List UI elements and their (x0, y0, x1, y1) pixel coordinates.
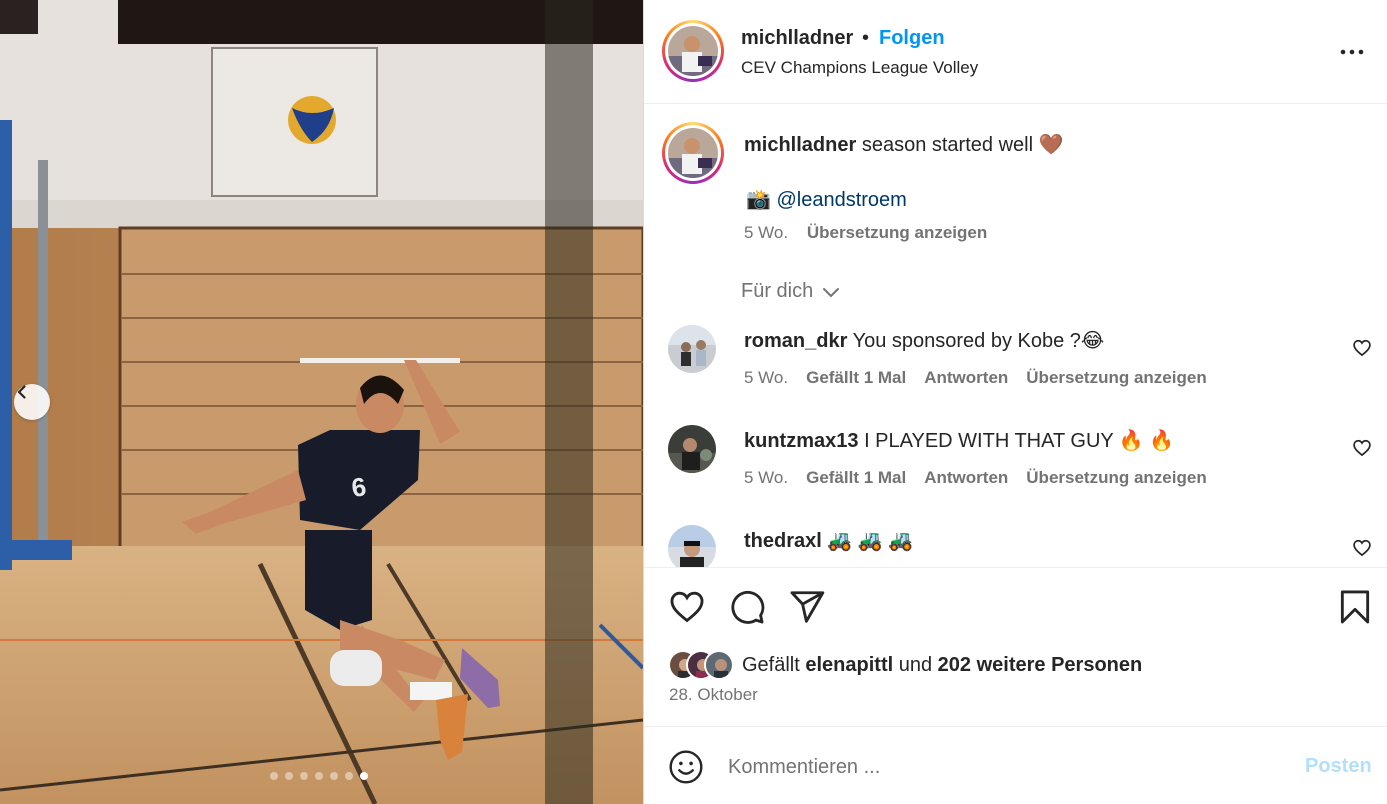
avatar-image (668, 128, 718, 178)
post-date[interactable]: 28. Oktober (669, 685, 758, 705)
caption-mention-line: 📸 @leandstroem (746, 187, 907, 212)
header-separator: • (862, 27, 870, 49)
send-icon (790, 591, 825, 623)
caption-time[interactable]: 5 Wo. (744, 223, 788, 242)
comment-item: thedraxl 🚜 🚜 🚜 (644, 518, 1387, 568)
author-avatar[interactable] (662, 20, 724, 82)
like-comment-button[interactable] (1352, 438, 1374, 460)
mention-link[interactable]: @leandstroem (776, 189, 906, 211)
carousel-dot-active (360, 772, 368, 780)
avatar-image (668, 525, 716, 568)
comment-likes[interactable]: Gefällt 1 Mal (806, 468, 906, 488)
comment-text: I PLAYED WITH THAT GUY 🔥 🔥 (864, 430, 1175, 452)
heart-icon (1353, 339, 1371, 357)
likes-summary: Gefällt elenapittl und 202 weitere Perso… (668, 650, 1142, 680)
liker-username[interactable]: elenapittl (805, 654, 893, 676)
comment-item: roman_dkr You sponsored by Kobe ?😂 5 Wo.… (644, 318, 1387, 418)
carousel-indicators (270, 772, 368, 780)
comment-composer: Posten (644, 726, 1387, 804)
comment-meta: 5 Wo. Gefällt 1 Mal Antworten Übersetzun… (744, 368, 1207, 388)
caption-author-avatar[interactable] (662, 122, 724, 184)
post-actions: Gefällt elenapittl und 202 weitere Perso… (644, 567, 1387, 727)
previous-slide-button[interactable] (14, 384, 50, 420)
carousel-dot (270, 772, 278, 780)
caption-meta: 5 Wo. Übersetzung anzeigen (744, 223, 1001, 243)
post-location[interactable]: CEV Champions League Volley (741, 58, 978, 78)
author-username[interactable]: michlladner (741, 27, 853, 50)
comment-username[interactable]: kuntzmax13 (744, 430, 859, 452)
caption-text: season started well 🤎 (861, 134, 1064, 156)
comment-username[interactable]: roman_dkr (744, 330, 847, 352)
chevron-down-icon (823, 287, 840, 297)
camera-emoji: 📸 (746, 189, 771, 211)
heart-icon (1353, 539, 1371, 557)
carousel-dot (315, 772, 323, 780)
avatar-image (668, 325, 716, 373)
comment-input[interactable] (728, 751, 1288, 783)
save-button[interactable] (1336, 588, 1374, 626)
bookmark-icon (1340, 590, 1370, 624)
emoji-picker-button[interactable] (668, 749, 704, 785)
chevron-left-icon (17, 385, 26, 399)
comment-icon (731, 590, 765, 624)
share-button[interactable] (788, 588, 826, 626)
avatar-image (706, 652, 732, 678)
like-button[interactable] (668, 588, 706, 626)
post-header: michlladner • Folgen CEV Champions Leagu… (644, 0, 1387, 104)
likes-prefix: Gefällt (742, 653, 800, 676)
likes-count-link[interactable]: 202 weitere Personen (938, 654, 1143, 676)
avatar-image (668, 425, 716, 473)
carousel-dot (330, 772, 338, 780)
translate-button[interactable]: Übersetzung anzeigen (1026, 468, 1206, 488)
comment-username[interactable]: thedraxl (744, 530, 822, 552)
comment-body: kuntzmax13 I PLAYED WITH THAT GUY 🔥 🔥 (744, 428, 1174, 453)
comment-item: kuntzmax13 I PLAYED WITH THAT GUY 🔥 🔥 5 … (644, 418, 1387, 518)
carousel-dot (345, 772, 353, 780)
comment-time[interactable]: 5 Wo. (744, 368, 788, 388)
caption: michlladner season started well 🤎 (744, 132, 1064, 157)
more-options-button[interactable] (1338, 38, 1366, 66)
heart-icon (670, 591, 704, 623)
volleyball-player-photo: 6 (0, 0, 643, 804)
like-comment-button[interactable] (1352, 338, 1374, 360)
comment-time[interactable]: 5 Wo. (744, 468, 788, 488)
comment-body: thedraxl 🚜 🚜 🚜 (744, 528, 913, 553)
liker-avatar[interactable] (704, 650, 734, 680)
comment-text: You sponsored by Kobe ?😂 (852, 330, 1105, 352)
comment-text: 🚜 🚜 🚜 (827, 530, 914, 552)
comment-meta: 5 Wo. Gefällt 1 Mal Antworten Übersetzun… (744, 468, 1207, 488)
like-comment-button[interactable] (1352, 538, 1374, 560)
translate-button[interactable]: Übersetzung anzeigen (1026, 368, 1206, 388)
commenter-avatar[interactable] (668, 425, 716, 473)
comment-likes[interactable]: Gefällt 1 Mal (806, 368, 906, 388)
heart-icon (1353, 439, 1371, 457)
comment-body: roman_dkr You sponsored by Kobe ?😂 (744, 328, 1104, 353)
comment-filter-label: Für dich (741, 280, 814, 302)
carousel-dot (285, 772, 293, 780)
reply-button[interactable]: Antworten (924, 468, 1008, 488)
likes-text: Gefällt elenapittl und 202 weitere Perso… (742, 654, 1142, 677)
post-comment-button[interactable]: Posten (1305, 755, 1372, 778)
comment-filter-dropdown[interactable]: Für dich (741, 280, 841, 303)
comments-list[interactable]: roman_dkr You sponsored by Kobe ?😂 5 Wo.… (644, 318, 1387, 568)
carousel-dot (300, 772, 308, 780)
follow-button[interactable]: Folgen (879, 27, 945, 50)
likes-conjunction: und (898, 653, 933, 676)
emoji-icon (669, 750, 703, 784)
avatar-image (668, 26, 718, 76)
post-details-panel: michlladner • Folgen CEV Champions Leagu… (643, 0, 1387, 804)
commenter-avatar[interactable] (668, 525, 716, 568)
post-photo: 6 (0, 0, 643, 804)
caption-username[interactable]: michlladner (744, 134, 856, 156)
more-horizontal-icon (1340, 49, 1364, 55)
comment-button[interactable] (728, 588, 766, 626)
reply-button[interactable]: Antworten (924, 368, 1008, 388)
caption-translate-button[interactable]: Übersetzung anzeigen (807, 223, 987, 242)
commenter-avatar[interactable] (668, 325, 716, 373)
